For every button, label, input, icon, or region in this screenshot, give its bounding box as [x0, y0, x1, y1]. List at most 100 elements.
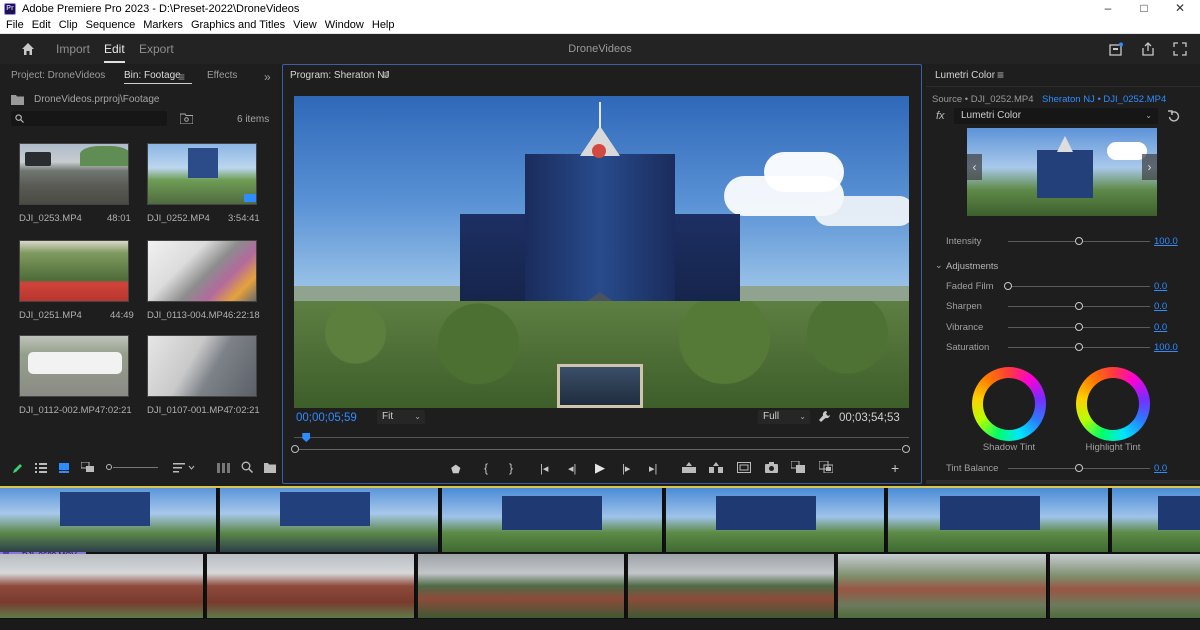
pencil-icon[interactable]	[12, 462, 24, 474]
adjustments-header[interactable]: Adjustments	[946, 261, 998, 272]
clip-thumbnail[interactable]	[19, 240, 129, 302]
clip-thumbnail-selected[interactable]	[147, 143, 257, 205]
go-to-in-icon[interactable]: |◂	[540, 462, 548, 475]
quick-export-icon[interactable]	[1108, 41, 1124, 57]
next-look-button[interactable]: ›	[1142, 154, 1157, 180]
safe-margins-icon[interactable]	[737, 462, 751, 473]
timeline-clip-frame[interactable]	[628, 554, 836, 618]
freeform-view-icon[interactable]	[81, 462, 95, 473]
shadow-tint-wheel[interactable]	[972, 367, 1046, 441]
panel-overflow-icon[interactable]: »	[264, 70, 271, 84]
mark-in-icon[interactable]: {	[484, 461, 488, 475]
menu-edit[interactable]: Edit	[32, 18, 51, 33]
share-icon[interactable]	[1140, 41, 1156, 57]
clip-thumbnail[interactable]	[147, 240, 257, 302]
clip-thumbnail[interactable]	[147, 335, 257, 397]
go-to-out-icon[interactable]: ▸|	[649, 462, 657, 475]
list-view-icon[interactable]	[35, 463, 47, 473]
current-timecode[interactable]: 00;00;05;59	[296, 412, 357, 424]
tab-effects[interactable]: Effects	[207, 70, 237, 81]
panel-menu-icon[interactable]: ≡	[382, 68, 389, 82]
fullscreen-icon[interactable]	[1172, 41, 1188, 57]
play-icon[interactable]: ▶	[595, 460, 605, 476]
timeline-clip-frame[interactable]	[838, 554, 1048, 618]
panel-menu-icon[interactable]: ≡	[997, 68, 1004, 82]
wrench-icon[interactable]	[818, 410, 831, 423]
step-back-icon[interactable]: ◂|	[568, 462, 576, 475]
find-icon[interactable]	[241, 461, 253, 473]
menu-sequence[interactable]: Sequence	[86, 18, 136, 33]
sharpen-slider-handle[interactable]	[1075, 302, 1083, 310]
minimize-button[interactable]: –	[1088, 1, 1128, 15]
vibrance-value[interactable]: 0.0	[1154, 322, 1167, 333]
vibrance-slider-handle[interactable]	[1075, 323, 1083, 331]
highlight-tint-wheel[interactable]	[1076, 367, 1150, 441]
source-clip[interactable]: Source • DJI_0252.MP4	[932, 94, 1034, 105]
timeline-clip-frame[interactable]	[0, 488, 218, 552]
maximize-button[interactable]: □	[1124, 1, 1164, 15]
video-frame[interactable]	[294, 96, 909, 408]
faded-film-slider-handle[interactable]	[1004, 282, 1012, 290]
menu-window[interactable]: Window	[325, 18, 364, 33]
intensity-slider-handle[interactable]	[1075, 237, 1083, 245]
timeline-clip-frame[interactable]	[220, 488, 440, 552]
zoom-slider-handle[interactable]	[106, 464, 112, 470]
zoom-slider-track[interactable]	[113, 467, 158, 468]
tint-balance-slider-handle[interactable]	[1075, 464, 1083, 472]
saturation-value[interactable]: 100.0	[1154, 342, 1178, 353]
icon-view-icon[interactable]	[58, 462, 70, 473]
lift-icon[interactable]	[682, 462, 696, 473]
sequence-clip[interactable]: Sheraton NJ • DJI_0252.MP4	[1042, 94, 1166, 105]
timeline-clip-frame[interactable]	[0, 554, 205, 618]
panel-scrollbar[interactable]	[926, 480, 1200, 484]
reset-icon[interactable]	[1168, 110, 1180, 122]
previous-look-button[interactable]: ‹	[967, 154, 982, 180]
comparison-view-icon[interactable]	[791, 461, 805, 473]
timeline-clip-frame[interactable]	[1112, 488, 1200, 552]
tint-balance-value[interactable]: 0.0	[1154, 463, 1167, 474]
extract-icon[interactable]	[709, 462, 723, 473]
timeline-clip-frame[interactable]	[666, 488, 886, 552]
faded-film-slider-track[interactable]	[1008, 286, 1150, 287]
timeline-clip-frame[interactable]	[888, 488, 1110, 552]
playhead[interactable]	[302, 433, 311, 442]
faded-film-value[interactable]: 0.0	[1154, 281, 1167, 292]
time-ruler[interactable]	[294, 437, 909, 438]
resolution-select[interactable]: Full ⌄	[758, 410, 810, 424]
tab-bin-footage[interactable]: Bin: Footage	[124, 70, 181, 81]
new-bin-icon[interactable]	[264, 461, 276, 473]
new-search-bin-icon[interactable]	[180, 113, 193, 124]
tab-project[interactable]: Project: DroneVideos	[11, 70, 105, 81]
close-button[interactable]: ✕	[1160, 1, 1200, 15]
menu-help[interactable]: Help	[372, 18, 395, 33]
step-forward-icon[interactable]: |▸	[622, 462, 630, 475]
sharpen-value[interactable]: 0.0	[1154, 301, 1167, 312]
menu-file[interactable]: File	[6, 18, 24, 33]
sort-icon[interactable]	[173, 462, 195, 473]
mark-out-icon[interactable]: }	[509, 461, 513, 475]
saturation-slider-handle[interactable]	[1075, 343, 1083, 351]
button-editor-icon[interactable]: +	[891, 460, 899, 476]
timeline-clip-frame[interactable]	[442, 488, 664, 552]
menu-view[interactable]: View	[293, 18, 317, 33]
export-frame-icon[interactable]	[765, 461, 778, 473]
zoom-bar-end[interactable]	[902, 445, 910, 453]
clip-thumbnail[interactable]	[19, 335, 129, 397]
zoom-bar-start[interactable]	[291, 445, 299, 453]
add-marker-icon[interactable]: ⬟	[451, 463, 461, 476]
menu-clip[interactable]: Clip	[59, 18, 78, 33]
timeline-clip-frame[interactable]	[1050, 554, 1200, 618]
menu-markers[interactable]: Markers	[143, 18, 183, 33]
panel-menu-icon[interactable]: ≡	[178, 70, 185, 84]
zoom-bar[interactable]	[299, 449, 901, 450]
timeline-clip-frame[interactable]	[207, 554, 416, 618]
timeline-clip-frame[interactable]	[418, 554, 626, 618]
zoom-select[interactable]: Fit ⌄	[377, 410, 425, 424]
effect-select[interactable]: Lumetri Color ⌄	[954, 108, 1158, 124]
clip-thumbnail[interactable]	[19, 143, 129, 205]
chevron-down-icon[interactable]: ⌄	[935, 260, 943, 271]
search-input[interactable]	[11, 111, 167, 126]
menu-graphics-and-titles[interactable]: Graphics and Titles	[191, 18, 285, 33]
intensity-value[interactable]: 100.0	[1154, 236, 1178, 247]
toggle-proxies-icon[interactable]	[819, 461, 833, 473]
